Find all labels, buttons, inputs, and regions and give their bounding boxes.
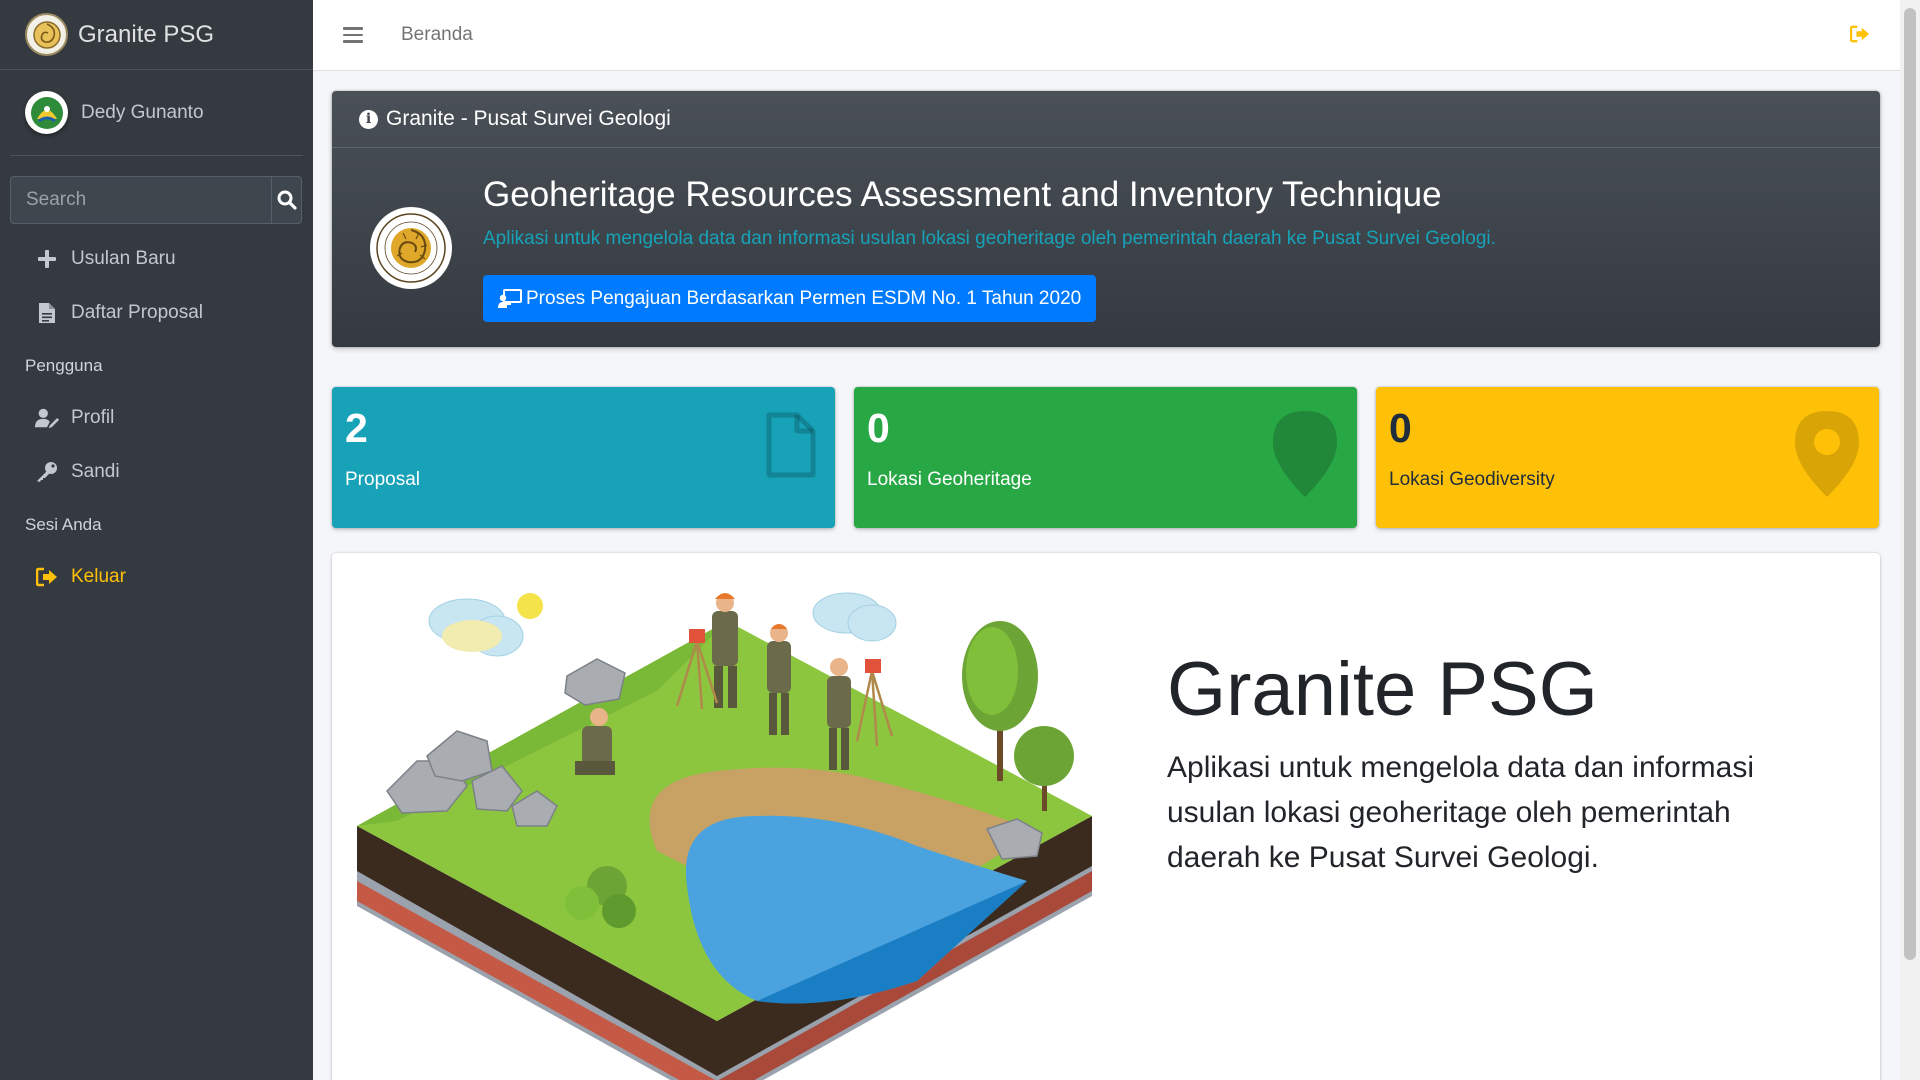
sidebar-item-keluar[interactable]: Keluar <box>0 550 313 604</box>
stat-label: Proposal <box>345 469 420 490</box>
hero-card-title: Granite - Pusat Survei Geologi <box>386 107 671 130</box>
sidebar-item-label: Keluar <box>71 566 126 587</box>
brand-link[interactable]: Granite PSG <box>0 0 313 70</box>
welcome-title: Granite PSG <box>1167 647 1598 732</box>
hero-card: i Granite - Pusat Survei Geologi Geoheri… <box>332 91 1880 347</box>
stat-count: 0 <box>1389 405 1412 451</box>
map-marker-alt-icon <box>1793 409 1861 504</box>
sidebar-search <box>10 176 302 224</box>
map-marker-icon <box>1271 409 1339 504</box>
stat-label: Lokasi Geoheritage <box>867 469 1032 490</box>
top-navbar: Beranda <box>313 0 1900 71</box>
stat-box-geodiversity[interactable]: 0 Lokasi Geodiversity <box>1376 387 1879 528</box>
sidebar-item-usulan-baru[interactable]: Usulan Baru <box>0 232 313 286</box>
info-circle-icon: i <box>359 109 378 129</box>
page-scrollbar[interactable] <box>1900 0 1920 1080</box>
sidebar-item-label: Daftar Proposal <box>71 302 204 323</box>
proses-pengajuan-button[interactable]: Proses Pengajuan Berdasarkan Permen ESDM… <box>483 275 1097 322</box>
brand-text: Granite PSG <box>78 20 215 48</box>
user-panel[interactable]: Dedy Gunanto <box>10 70 303 156</box>
psg-logo-icon <box>370 207 452 289</box>
user-edit-icon <box>34 407 60 429</box>
search-input[interactable] <box>10 176 271 224</box>
geology-survey-illustration <box>357 592 1092 1080</box>
sidebar-item-daftar-proposal[interactable]: Daftar Proposal <box>0 286 313 340</box>
sidebar-item-profil[interactable]: Profil <box>0 391 313 445</box>
key-icon <box>34 461 60 483</box>
welcome-description: Aplikasi untuk mengelola data dan inform… <box>1167 751 1755 874</box>
sidebar-item-label: Sandi <box>71 461 120 482</box>
chalkboard-teacher-icon <box>498 288 522 308</box>
plus-icon <box>34 249 60 269</box>
nav-header-sesi: Sesi Anda <box>25 514 102 534</box>
menu-toggle-icon[interactable] <box>343 27 363 43</box>
stat-label: Lokasi Geodiversity <box>1389 469 1555 490</box>
search-icon <box>277 190 297 210</box>
hero-card-header: i Granite - Pusat Survei Geologi <box>332 91 1880 148</box>
sidebar-item-sandi[interactable]: Sandi <box>0 445 313 499</box>
file-icon <box>34 302 60 324</box>
sign-out-icon[interactable] <box>1849 25 1870 48</box>
search-button[interactable] <box>271 176 302 224</box>
stat-box-proposal[interactable]: 2 Proposal <box>332 387 835 528</box>
button-label: Proses Pengajuan Berdasarkan Permen ESDM… <box>526 287 1082 309</box>
hero-subtitle: Aplikasi untuk mengelola data dan inform… <box>483 228 1496 249</box>
main-sidebar: Granite PSG Dedy Gunanto Usulan Baru Daf… <box>0 0 313 1080</box>
sidebar-item-label: Usulan Baru <box>71 248 176 269</box>
stat-box-geoheritage[interactable]: 0 Lokasi Geoheritage <box>854 387 1357 528</box>
welcome-card: Granite PSG Aplikasi untuk mengelola dat… <box>332 553 1880 1080</box>
brand-logo-icon <box>25 13 68 56</box>
sidebar-nav: Usulan Baru Daftar Proposal Pengguna Pro… <box>0 232 313 604</box>
scrollbar-thumb[interactable] <box>1904 8 1916 960</box>
stat-count: 0 <box>867 405 890 451</box>
hero-title: Geoheritage Resources Assessment and Inv… <box>483 175 1442 214</box>
stat-count: 2 <box>345 405 368 451</box>
file-icon <box>765 411 817 484</box>
avatar <box>25 91 68 134</box>
nav-header-pengguna: Pengguna <box>25 355 103 375</box>
user-name[interactable]: Dedy Gunanto <box>81 102 204 124</box>
breadcrumb[interactable]: Beranda <box>401 24 473 46</box>
sidebar-item-label: Profil <box>71 407 115 428</box>
sign-out-icon <box>34 567 60 587</box>
